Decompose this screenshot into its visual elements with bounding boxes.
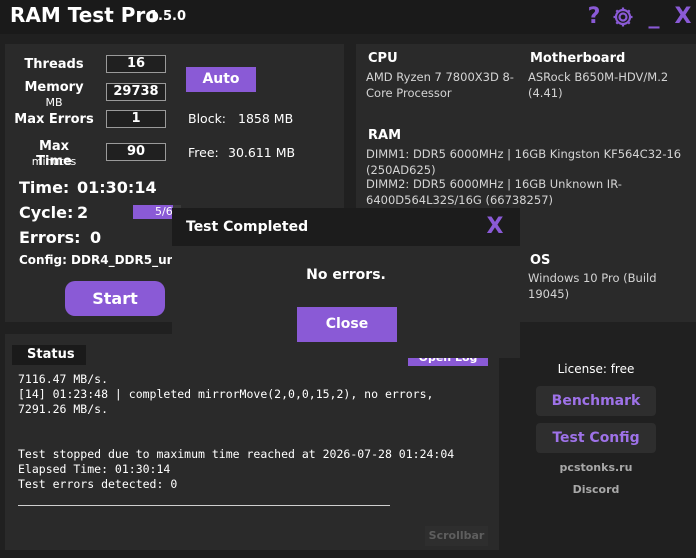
free-value: 30.611 MB [228,145,296,160]
log-divider [18,505,390,506]
motherboard-value: ASRock B650M-HDV/M.2 (4.41) [528,70,669,100]
log-line: 7291.26 MB/s. [18,402,109,416]
cpu-label: CPU [368,51,398,66]
max-errors-label: Max Errors [14,112,94,127]
dimm1-value: DIMM1: DDR5 6000MHz | 16GB Kingston KF56… [366,147,682,177]
log-line: Test stopped due to maximum time reached… [18,447,455,461]
help-button[interactable]: ? [586,4,602,30]
log-line: Test errors detected: 0 [18,477,178,491]
memory-unit-label: MB [45,96,63,109]
start-button[interactable]: Start [65,281,165,316]
time-value: 01:30:14 [77,178,157,197]
app-title: RAM Test Pro [10,3,159,27]
max-time-unit-label: minutes [31,155,77,168]
block-value: 1858 MB [238,111,294,126]
os-value: Windows 10 Pro (Build 19045) [528,271,657,301]
memory-input[interactable]: 29738 [106,83,166,101]
dialog-close-x-button[interactable]: X [482,214,508,240]
log-line: 7116.47 MB/s. [18,372,109,386]
test-completed-dialog: Test Completed X No errors. Close [172,208,520,358]
cycle-value: 2 [77,203,89,222]
discord-link[interactable]: Discord [536,483,656,496]
motherboard-label: Motherboard [530,51,626,66]
app-version: 1.5.0 [149,9,187,24]
errors-label: Errors: [19,228,81,247]
test-config-button[interactable]: Test Config [536,423,656,453]
cycle-progress-text: 5/6 [155,205,173,218]
cpu-value: AMD Ryzen 7 7800X3D 8-Core Processor [366,70,514,100]
os-label: OS [530,253,551,268]
dimm2-value: DIMM2: DDR5 6000MHz | 16GB Unknown IR-64… [366,177,622,207]
errors-value: 0 [90,228,102,247]
auto-button[interactable]: Auto [186,67,256,92]
gear-icon [613,7,633,27]
memory-label: Memory [24,80,84,95]
license-label: License: free [557,362,635,376]
cycle-label: Cycle: [19,203,74,222]
log-line: [14] 01:23:48 | completed mirrorMove(2,0… [18,387,434,401]
title-bar: RAM Test Pro 1.5.0 ? _ X [0,0,696,34]
dialog-header: Test Completed X [172,208,520,246]
free-label: Free: [188,145,219,160]
log-scrollbar[interactable]: Scrollbar [425,526,488,546]
site-link[interactable]: pcstonks.ru [536,461,656,474]
block-label: Block: [188,111,227,126]
threads-label: Threads [24,57,84,72]
max-errors-input[interactable]: 1 [106,110,166,128]
dialog-title: Test Completed [186,219,309,235]
dialog-close-button[interactable]: Close [297,307,397,342]
status-log: 7116.47 MB/s. [14] 01:23:48 | completed m… [18,372,488,492]
ram-label: RAM [368,128,402,143]
threads-input[interactable]: 16 [106,55,166,73]
benchmark-button[interactable]: Benchmark [536,386,656,416]
time-label: Time: [19,178,70,197]
dialog-message: No errors. [306,267,386,283]
status-tab[interactable]: Status [12,345,86,365]
minimize-button[interactable]: _ [644,4,664,30]
max-time-input[interactable]: 90 [106,143,166,161]
log-line: Elapsed Time: 01:30:14 [18,462,171,476]
settings-button[interactable] [610,4,636,30]
close-window-button[interactable]: X [672,4,694,30]
